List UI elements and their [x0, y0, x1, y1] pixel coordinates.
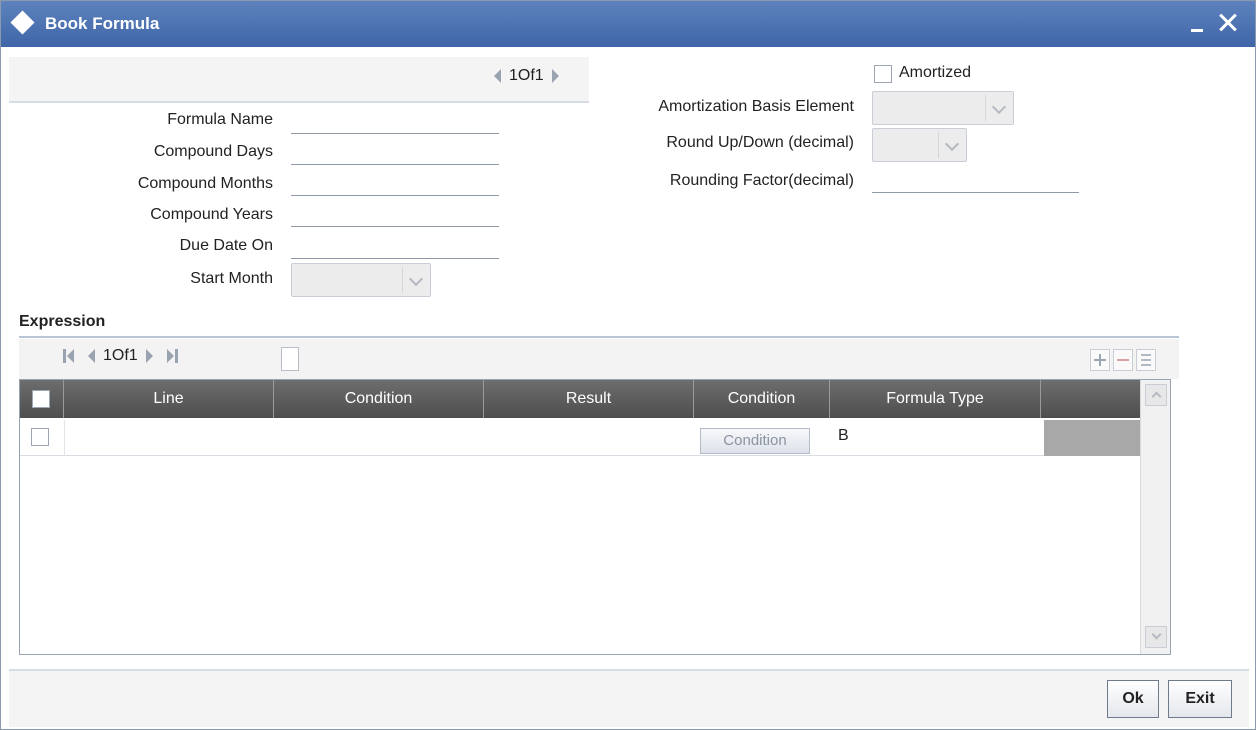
grid-toolbar: 1Of1 [19, 339, 1179, 379]
ok-button[interactable]: Ok [1107, 680, 1159, 718]
next-record-icon[interactable] [551, 69, 559, 83]
column-header-extra [1041, 380, 1140, 418]
compound-days-input[interactable] [291, 141, 499, 165]
cell-divider [64, 420, 65, 456]
row-extra-cell [1044, 420, 1140, 456]
expression-section-title: Expression [19, 313, 106, 330]
amortized-label: Amortized [899, 64, 972, 81]
amortization-basis-element-select[interactable] [872, 91, 1014, 125]
formula-name-label: Formula Name [167, 111, 273, 128]
chevron-down-icon [985, 95, 1011, 121]
due-date-on-label: Due Date On [179, 237, 273, 254]
chevron-down-icon [938, 132, 964, 158]
previous-record-icon[interactable] [494, 69, 501, 83]
exit-button[interactable]: Exit [1168, 680, 1232, 718]
close-icon[interactable] [1214, 9, 1242, 37]
compound-months-input[interactable] [291, 172, 499, 196]
formula-name-input[interactable] [291, 110, 499, 134]
row-select-checkbox[interactable] [31, 428, 49, 446]
title-bar: Book Formula [1, 1, 1255, 47]
record-pager: 1Of1 [494, 67, 559, 85]
next-page-icon[interactable] [145, 349, 153, 363]
delete-row-icon[interactable] [1113, 349, 1133, 371]
book-formula-window: Book Formula 1Of1 Formula Name Compound … [0, 0, 1256, 730]
table-row[interactable]: Condition B [20, 420, 1140, 456]
round-up-down-label: Round Up/Down (decimal) [666, 134, 854, 151]
formula-type-value: B [838, 427, 849, 444]
window-title: Book Formula [45, 14, 160, 33]
single-view-icon[interactable] [1136, 349, 1156, 371]
grid-pager-text: 1Of1 [103, 347, 138, 364]
grid-header: Line Condition Result Condition Formula … [20, 380, 1140, 418]
amortized-checkbox[interactable] [874, 65, 892, 83]
column-header-condition[interactable]: Condition [274, 380, 484, 418]
compound-months-label: Compound Months [137, 175, 273, 192]
grid-pager: 1Of1 [63, 347, 178, 365]
last-page-icon[interactable] [166, 349, 178, 363]
page-number-input[interactable] [281, 347, 299, 371]
compound-days-label: Compound Days [153, 143, 273, 160]
diamond-icon [10, 10, 35, 35]
expression-grid: Line Condition Result Condition Formula … [19, 379, 1171, 655]
footer-bar [9, 669, 1249, 727]
minimize-button[interactable] [1186, 10, 1210, 34]
first-page-icon[interactable] [63, 349, 74, 363]
rounding-factor-input[interactable] [872, 169, 1079, 193]
vertical-scrollbar[interactable] [1140, 380, 1170, 654]
start-month-select[interactable] [291, 263, 431, 297]
due-date-on-input[interactable] [291, 235, 499, 259]
select-all-cell [20, 380, 64, 418]
scroll-down-icon[interactable] [1145, 626, 1167, 648]
compound-years-input[interactable] [291, 203, 499, 227]
section-divider [19, 336, 1179, 338]
start-month-label: Start Month [190, 270, 273, 287]
compound-years-label: Compound Years [150, 206, 273, 223]
amortization-basis-element-label: Amortization Basis Element [658, 98, 854, 115]
column-header-result[interactable]: Result [484, 380, 694, 418]
select-all-checkbox[interactable] [32, 390, 50, 408]
scroll-up-icon[interactable] [1145, 384, 1167, 406]
chevron-down-icon [402, 267, 428, 293]
add-row-icon[interactable] [1090, 349, 1110, 371]
column-header-formula-type[interactable]: Formula Type [830, 380, 1041, 418]
rounding-factor-label: Rounding Factor(decimal) [669, 172, 854, 189]
record-pager-text: 1Of1 [509, 67, 544, 84]
round-up-down-select[interactable] [872, 128, 967, 162]
column-header-condition-button[interactable]: Condition [694, 380, 830, 418]
condition-button[interactable]: Condition [700, 428, 810, 454]
column-header-line[interactable]: Line [64, 380, 274, 418]
previous-page-icon[interactable] [88, 349, 95, 363]
